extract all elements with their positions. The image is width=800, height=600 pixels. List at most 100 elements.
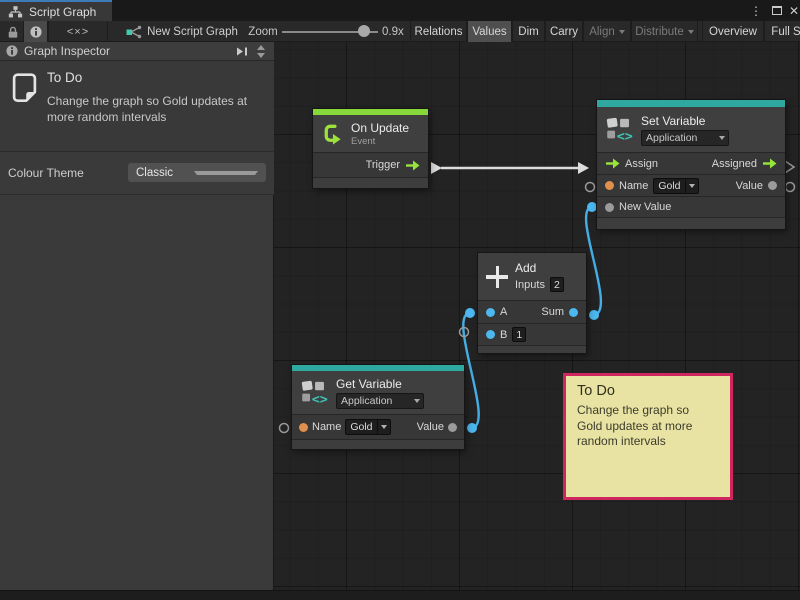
window-maximize-button[interactable]: [768, 0, 786, 21]
name-port-label: Name: [619, 180, 648, 192]
inspector-scroll-arrows[interactable]: [254, 45, 268, 58]
sum-port-label: Sum: [541, 306, 564, 318]
b-port-label: B: [500, 329, 507, 341]
tab-label: Script Graph: [29, 5, 96, 19]
inspector-note-summary: To Do Change the graph so Gold updates a…: [0, 61, 274, 151]
inspector-toggle-button[interactable]: [23, 21, 48, 42]
sum-port-dot[interactable]: [569, 308, 578, 317]
chevron-down-icon: [414, 399, 420, 403]
get-variable-name-row: Name Gold Value: [292, 414, 464, 439]
toolbar-button-dim[interactable]: Dim: [512, 21, 545, 42]
new-value-port-dot[interactable]: [605, 203, 614, 212]
svg-text:<>: <>: [312, 393, 328, 406]
window-close-button[interactable]: ✕: [786, 0, 800, 21]
toolbar-button-values[interactable]: Values: [467, 21, 512, 42]
variable-name-dropdown[interactable]: Gold: [345, 419, 390, 435]
trigger-port-label: Trigger: [366, 159, 400, 171]
b-port-dot[interactable]: [486, 330, 495, 339]
set-variable-newvalue-row: New Value: [597, 196, 785, 217]
flow-wire-end-arrow[interactable]: [578, 162, 589, 174]
node-get-variable[interactable]: <> Get Variable Application Name Gold Va…: [292, 365, 464, 449]
name-port-label: Name: [312, 421, 341, 433]
zoom-slider-handle[interactable]: [358, 25, 370, 37]
value-wire-gold-to-add[interactable]: [463, 313, 478, 428]
inputs-label: Inputs: [515, 279, 545, 291]
sticky-note-title: To Do: [577, 383, 719, 399]
toolbar-button-fullscreen[interactable]: Full S: [764, 21, 800, 42]
variable-name-dropdown[interactable]: Gold: [653, 178, 698, 194]
chevron-down-icon: [619, 30, 625, 34]
window-menu-button[interactable]: ⋮: [748, 0, 764, 21]
colour-theme-dropdown[interactable]: Classic: [128, 163, 266, 182]
popout-icon[interactable]: [237, 47, 248, 56]
chevron-down-icon: [688, 30, 694, 34]
value-port-dot[interactable]: [448, 423, 457, 432]
sticky-note-icon: [10, 73, 39, 103]
lock-button[interactable]: [4, 21, 22, 42]
toolbar-button-distribute[interactable]: Distribute: [631, 21, 698, 42]
variables-icon: <>: [300, 379, 329, 406]
flow-arrow-icon[interactable]: [605, 158, 620, 169]
set-variable-header: <> Set Variable Application: [597, 107, 785, 152]
flow-wire-start-arrow[interactable]: [431, 162, 442, 174]
variable-scope-dropdown[interactable]: Application: [336, 393, 424, 409]
add-header: Add Inputs 2: [478, 253, 586, 300]
colour-theme-row: Colour Theme Classic: [0, 151, 274, 195]
value-port-label: Value: [736, 180, 763, 192]
value-port-dot[interactable]: [768, 181, 777, 190]
window-bottom-edge: [0, 590, 800, 600]
add-row-a: A Sum: [478, 300, 586, 323]
node-title: Add: [515, 261, 564, 275]
assign-port-label: Assign: [625, 158, 658, 170]
zoom-label: Zoom: [246, 21, 280, 42]
a-port-dot[interactable]: [486, 308, 495, 317]
port-add-a-input[interactable]: [465, 308, 475, 318]
node-title: Get Variable: [336, 377, 424, 391]
toolbar-button-overview[interactable]: Overview: [702, 21, 764, 42]
inspector-title: Graph Inspector: [24, 44, 231, 58]
node-on-update[interactable]: On Update Event Trigger: [313, 109, 428, 188]
node-add[interactable]: Add Inputs 2 A Sum B 1: [478, 253, 586, 353]
inputs-count-field[interactable]: 2: [550, 277, 564, 292]
inspector-note-description: Change the graph so Gold updates at more…: [47, 93, 261, 125]
name-port-dot[interactable]: [299, 423, 308, 432]
scroll-down-icon[interactable]: [257, 53, 265, 58]
code-view-button[interactable]: <×>: [48, 21, 108, 42]
flow-arrow-icon[interactable]: [762, 158, 777, 169]
scroll-up-icon[interactable]: [257, 45, 265, 50]
node-footer: [292, 439, 464, 449]
graph-node-icon: [126, 25, 142, 39]
port-add-b-input[interactable]: [460, 328, 469, 337]
toolbar-button-align[interactable]: Align: [583, 21, 631, 42]
port-setvar-assigned-output[interactable]: [785, 161, 794, 173]
tab-script-graph[interactable]: Script Graph: [0, 0, 112, 21]
script-graph-icon: [8, 5, 23, 19]
variable-scope-dropdown[interactable]: Application: [641, 130, 729, 146]
colour-theme-label: Colour Theme: [8, 166, 84, 180]
port-setvar-value-output[interactable]: [786, 183, 795, 192]
node-title: On Update: [351, 121, 409, 135]
flow-arrow-icon[interactable]: [405, 160, 420, 171]
on-update-header: On Update Event: [313, 115, 428, 152]
node-set-variable[interactable]: <> Set Variable Application Assign Assig…: [597, 100, 785, 229]
port-getvar-name-input[interactable]: [280, 424, 289, 433]
toolbar-button-relations[interactable]: Relations: [410, 21, 467, 42]
name-port-dot[interactable]: [605, 181, 614, 190]
add-plus-icon: [486, 266, 508, 288]
node-subtitle: Event: [351, 136, 409, 147]
toolbar-button-carry[interactable]: Carry: [545, 21, 583, 42]
sticky-note-todo[interactable]: To Do Change the graph so Gold updates a…: [563, 373, 733, 500]
port-setvar-name-input[interactable]: [586, 183, 595, 192]
new-script-graph-button[interactable]: New Script Graph: [118, 21, 246, 42]
port-setvar-newvalue-input[interactable]: [587, 202, 597, 212]
graph-toolbar: <×> New Script Graph Zoom 0.9x Relations…: [0, 21, 800, 42]
graph-inspector-panel: Graph Inspector To Do Change the graph s…: [0, 42, 274, 590]
port-getvar-value-output[interactable]: [467, 423, 477, 433]
lock-icon: [7, 25, 19, 39]
port-add-sum-output[interactable]: [589, 310, 599, 320]
node-footer: [597, 217, 785, 229]
graph-canvas[interactable]: On Update Event Trigger <> Set Variable: [274, 42, 800, 590]
inspector-note-title: To Do: [47, 70, 82, 85]
b-value-field[interactable]: 1: [512, 327, 526, 342]
svg-text:<>: <>: [617, 130, 633, 143]
